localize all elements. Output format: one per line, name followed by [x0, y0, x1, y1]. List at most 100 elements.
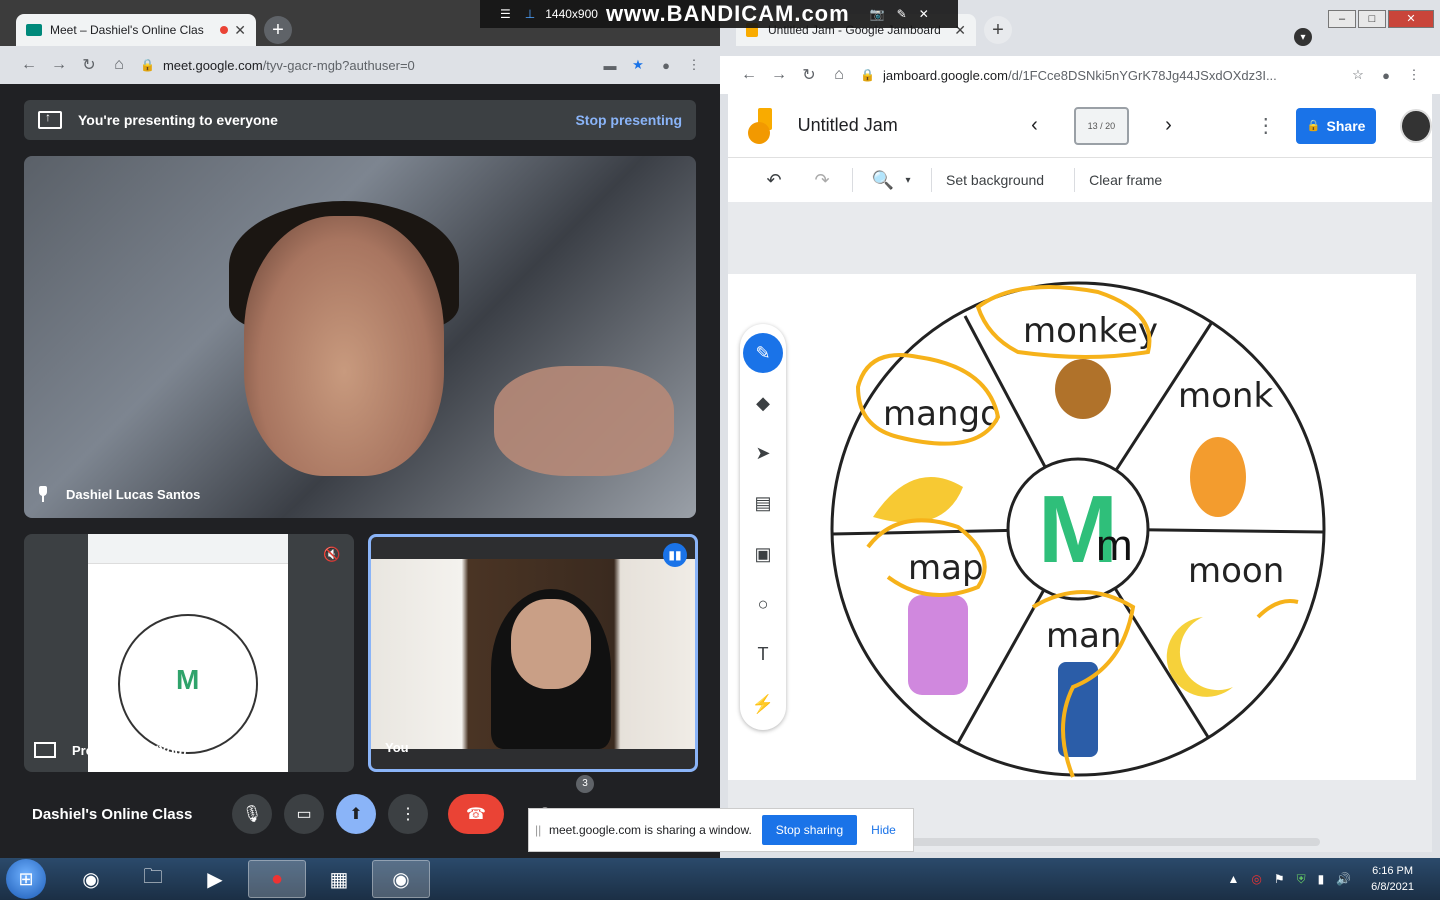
bandicam-tray-icon[interactable]: ◎	[1251, 872, 1261, 886]
more-options-button[interactable]: ⋮	[388, 794, 428, 834]
main-video-tile[interactable]: Dashiel Lucas Santos	[24, 156, 696, 518]
folder-icon: 🗀	[143, 866, 163, 888]
forward-icon[interactable]: →	[44, 56, 74, 74]
jam-header: Untitled Jam ‹ 13 / 20 › ⋮ 🔒 Share	[728, 94, 1432, 158]
pen-tool-button[interactable]: ✎	[743, 328, 783, 378]
meeting-title: Dashiel's Online Class	[32, 805, 193, 823]
leave-call-button[interactable]: ☎	[448, 794, 504, 834]
meet-url-field[interactable]: meet.google.com/tyv-gacr-mgb?authuser=0	[163, 58, 596, 73]
lock-icon: 🔒	[140, 58, 155, 72]
camera-permission-icon[interactable]: ▬	[596, 58, 624, 73]
home-icon[interactable]: ⌂	[104, 56, 134, 74]
chrome-taskbar-button[interactable]: ◉	[62, 860, 120, 898]
profile-avatar-icon[interactable]: ●	[652, 58, 680, 73]
chrome-active-taskbar-button[interactable]: ◉	[372, 860, 430, 898]
present-screen-icon	[38, 110, 62, 129]
previous-frame-icon[interactable]: ‹	[1031, 114, 1038, 137]
recorder-close-icon[interactable]: ✕	[919, 7, 929, 21]
add-image-button[interactable]: ▣	[743, 529, 783, 579]
frame-bar-button[interactable]: 13 / 20	[1073, 106, 1130, 145]
set-background-button[interactable]: Set background	[946, 172, 1044, 188]
share-button[interactable]: 🔒 Share	[1295, 107, 1377, 144]
laser-tool-button[interactable]: ⚡	[743, 680, 783, 730]
stop-presenting-button[interactable]: Stop presenting	[575, 112, 682, 128]
cursor-icon: ➤	[755, 443, 771, 464]
maximize-button[interactable]: □	[1358, 10, 1386, 28]
redo-icon[interactable]: ↷	[806, 170, 838, 191]
horizontal-scrollbar[interactable]	[908, 838, 1320, 846]
back-icon[interactable]: ←	[734, 66, 764, 84]
eraser-tool-button[interactable]: ◆	[743, 378, 783, 428]
self-video-tile[interactable]: ▮▮ You	[368, 534, 698, 772]
select-tool-button[interactable]: ➤	[743, 429, 783, 479]
recorder-watermark: www.BANDICAM.com	[605, 1, 850, 26]
show-hidden-icons-icon[interactable]: ▲	[1227, 872, 1239, 886]
m-word-wheel[interactable]: M m monkey monk moon man map mango	[828, 277, 1328, 781]
jam-title[interactable]: Untitled Jam	[798, 115, 981, 136]
start-button[interactable]: ⊞	[6, 859, 46, 899]
profile-avatar-icon[interactable]: ●	[1372, 68, 1400, 83]
drag-handle-icon[interactable]: ||	[535, 823, 549, 837]
tab-search-icon[interactable]: ▾	[1294, 28, 1312, 46]
forward-icon[interactable]: →	[764, 66, 794, 84]
explorer-taskbar-button[interactable]: 🗀	[124, 860, 182, 898]
browser-menu-icon[interactable]: ⋮	[680, 57, 708, 73]
windows-logo-icon: ⊞	[18, 868, 34, 889]
url-path: /d/1FCce8DSNki5nYGrK78Jg44JSxdOXdz3I...	[1007, 67, 1277, 83]
bandicam-taskbar-button[interactable]: ●	[248, 860, 306, 898]
text-box-button[interactable]: T	[743, 630, 783, 680]
bookmark-star-icon[interactable]: ★	[624, 57, 652, 73]
zoom-taskbar-button[interactable]: ▶	[186, 860, 244, 898]
lock-icon: 🔒	[860, 68, 875, 82]
next-frame-icon[interactable]: ›	[1165, 114, 1172, 137]
recorder-screenshot-icon[interactable]: 📷	[870, 7, 885, 21]
more-vert-icon[interactable]: ⋮	[1256, 113, 1276, 138]
stop-sharing-button[interactable]: Stop sharing	[761, 815, 858, 845]
sharing-text: meet.google.com is sharing a window.	[549, 823, 752, 837]
pin-icon[interactable]	[36, 486, 50, 502]
laser-icon: ⚡	[751, 694, 775, 715]
camera-button[interactable]: ▭	[284, 794, 324, 834]
hide-button[interactable]: Hide	[871, 823, 896, 837]
present-button[interactable]: ⬆	[336, 794, 376, 834]
thumbnail-toolbar	[88, 534, 288, 564]
reload-icon[interactable]: ↻	[794, 65, 824, 85]
zoom-icon[interactable]: 🔍	[867, 170, 899, 191]
participant-name-text: Dashiel Lucas Santos	[66, 486, 201, 502]
home-icon[interactable]: ⌂	[824, 66, 854, 84]
zoom-dropdown-icon[interactable]: ▾	[899, 175, 917, 186]
eraser-icon: ◆	[756, 392, 770, 413]
action-center-icon[interactable]: ⚑	[1274, 872, 1285, 886]
reload-icon[interactable]: ↻	[74, 55, 104, 75]
shape-tool-button[interactable]: ○	[743, 579, 783, 629]
pen-icon: ✎	[743, 333, 783, 374]
clear-frame-button[interactable]: Clear frame	[1089, 172, 1162, 188]
minimize-button[interactable]: –	[1328, 10, 1356, 28]
bookmark-star-icon[interactable]: ☆	[1344, 67, 1372, 83]
undo-icon[interactable]: ↶	[758, 170, 790, 191]
microphone-button[interactable]: 🎙	[232, 794, 272, 834]
recorder-menu-icon[interactable]: ☰	[500, 7, 511, 21]
meet-content: You're presenting to everyone Stop prese…	[8, 84, 712, 858]
network-icon[interactable]: ▮	[1318, 872, 1325, 886]
sticky-note-button[interactable]: ▤	[743, 479, 783, 529]
recorder-overlay: ☰ ⊥ 1440x900 www.BANDICAM.com 📷 ✎ ✕	[480, 0, 958, 28]
browser-menu-icon[interactable]: ⋮	[1400, 67, 1428, 83]
meet-tab[interactable]: Meet – Dashiel's Online Clas ✕	[16, 14, 256, 46]
system-clock[interactable]: 6:16 PM 6/8/2021	[1371, 863, 1414, 895]
avatar[interactable]	[1400, 108, 1432, 143]
recorder-draw-icon[interactable]: ✎	[897, 7, 907, 21]
recorder-pin-icon[interactable]: ⊥	[525, 7, 535, 21]
windows-taskbar: ⊞ ◉ 🗀 ▶ ● ▦ ◉ ▲ ◎ ⚑ ⛨ ▮ 🔊 6:16 PM 6/8/20…	[0, 858, 1440, 900]
security-icon[interactable]: ⛨	[1297, 872, 1306, 887]
close-window-button[interactable]: ✕	[1388, 10, 1434, 28]
new-tab-button[interactable]: +	[264, 16, 292, 44]
volume-icon[interactable]: 🔊	[1336, 872, 1351, 886]
media-taskbar-button[interactable]: ▦	[310, 860, 368, 898]
new-tab-button[interactable]: +	[984, 16, 1012, 44]
presentation-tile[interactable]: M 🔇 Presentation (You)	[24, 534, 354, 772]
jam-url-field[interactable]: jamboard.google.com/d/1FCce8DSNki5nYGrK7…	[883, 68, 1344, 83]
back-icon[interactable]: ←	[14, 56, 44, 74]
close-tab-icon[interactable]: ✕	[234, 22, 246, 39]
word-monk: monk	[1178, 376, 1273, 416]
